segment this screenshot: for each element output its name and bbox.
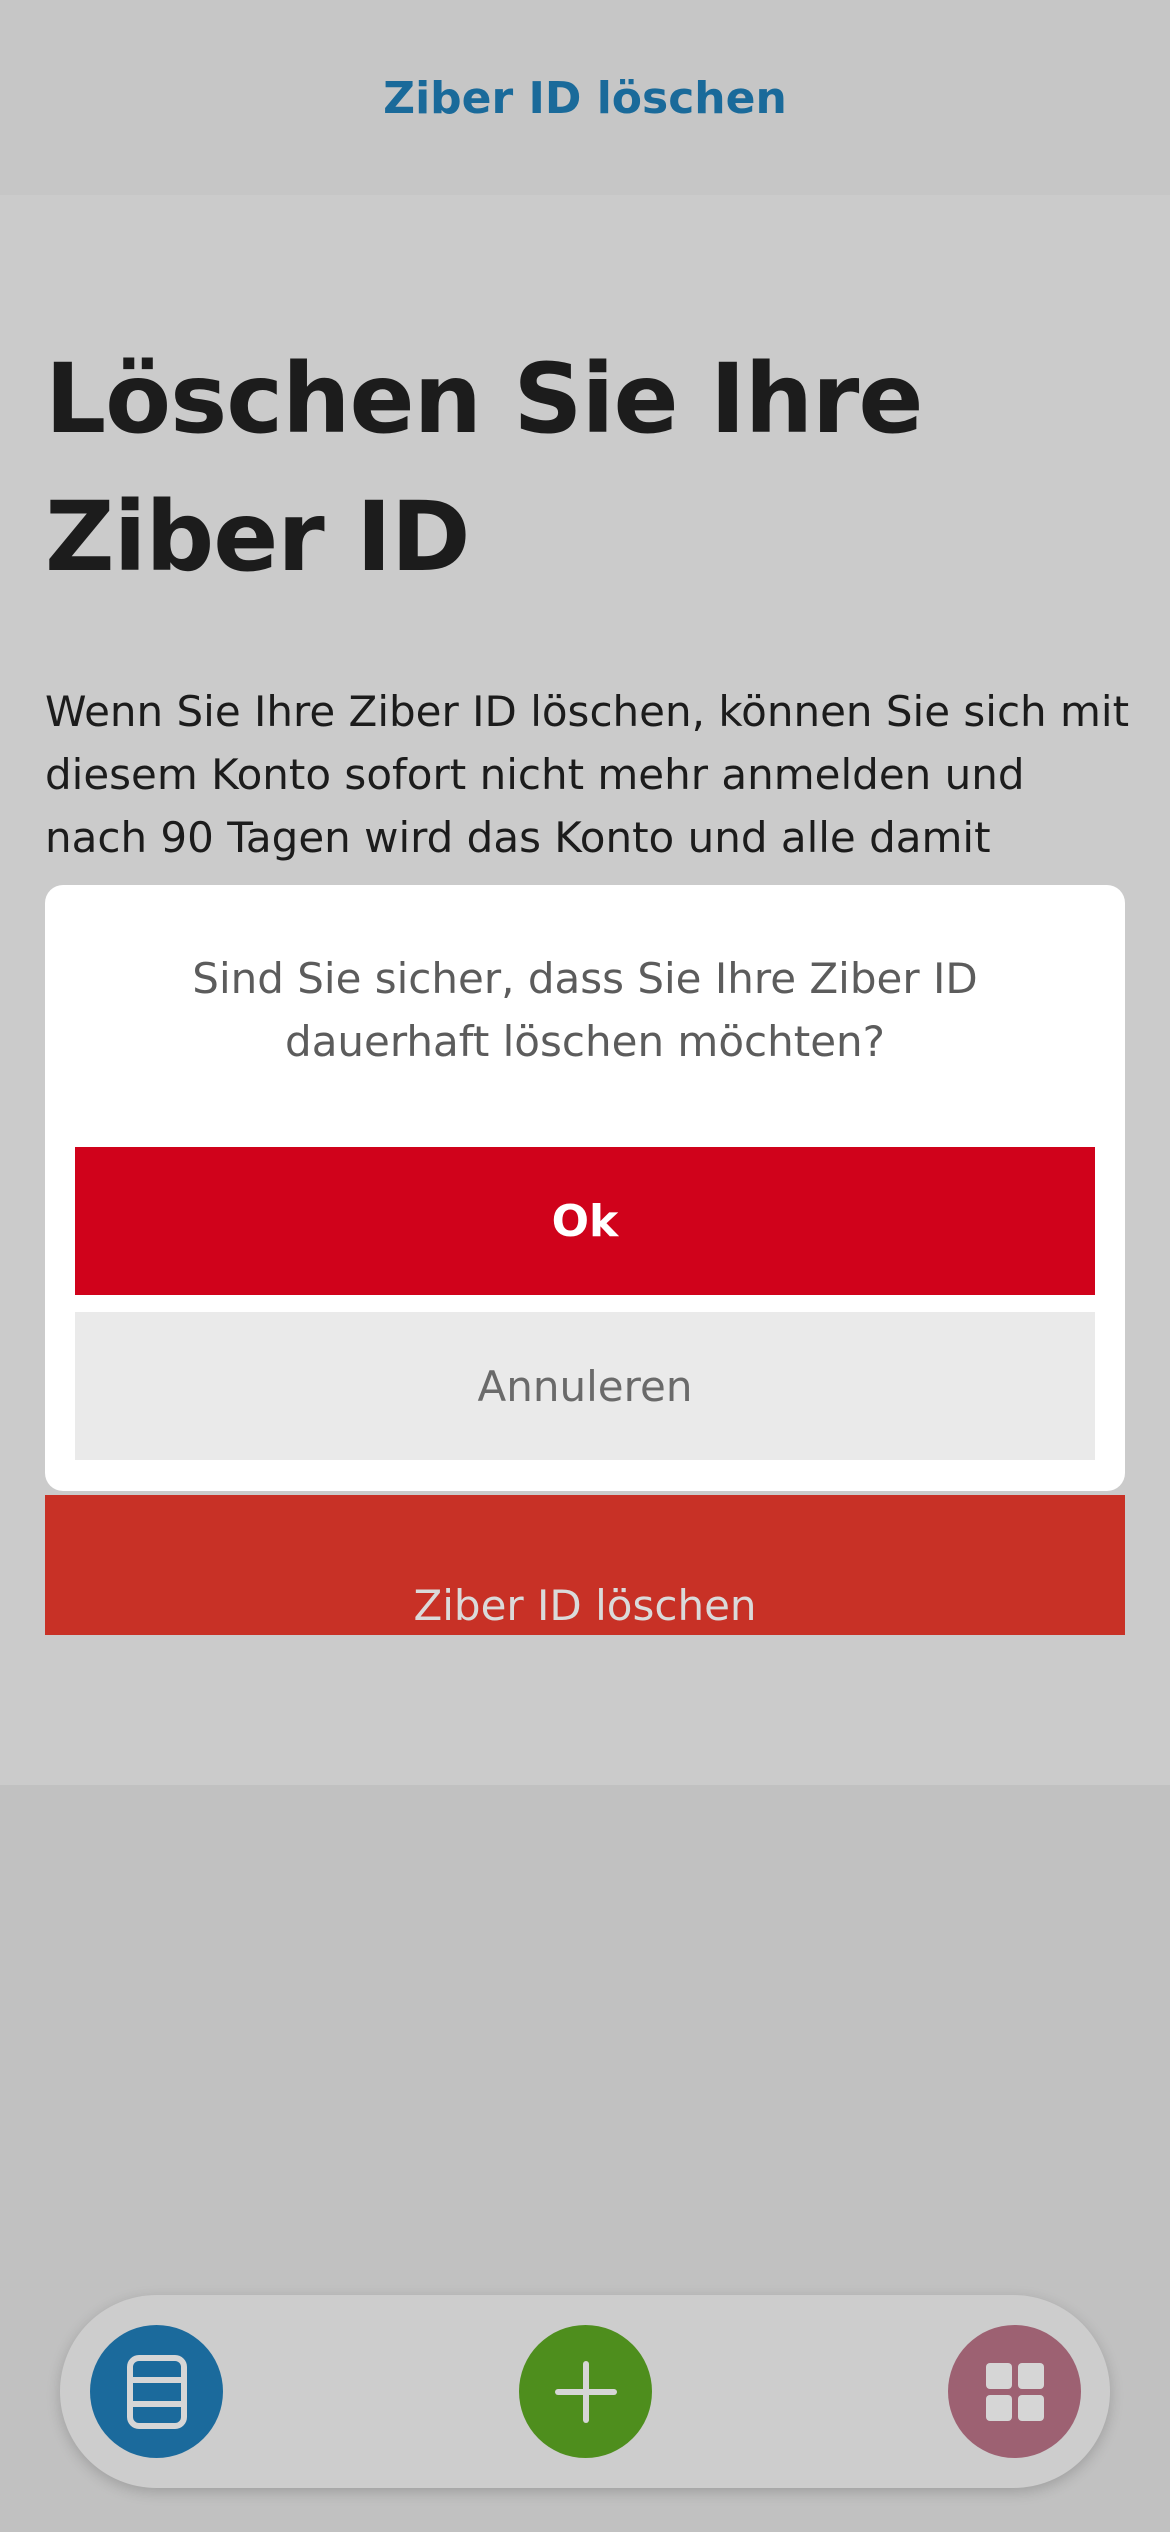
ok-button[interactable]: Ok bbox=[75, 1147, 1095, 1295]
screen: Ziber ID löschen Löschen Sie Ihre Ziber … bbox=[0, 0, 1170, 2532]
main-heading: Löschen Sie Ihre Ziber ID bbox=[45, 343, 923, 593]
nav-list-button[interactable] bbox=[90, 2325, 223, 2458]
confirm-dialog: Sind Sie sicher, dass Sie Ihre Ziber ID … bbox=[45, 885, 1125, 1491]
page-title: Ziber ID löschen bbox=[383, 73, 787, 124]
cancel-button[interactable]: Annuleren bbox=[75, 1312, 1095, 1460]
list-icon bbox=[126, 2354, 187, 2429]
dialog-message: Sind Sie sicher, dass Sie Ihre Ziber ID … bbox=[192, 954, 978, 1066]
plus-icon bbox=[554, 2360, 617, 2423]
nav-grid-button[interactable] bbox=[948, 2325, 1081, 2458]
delete-id-button[interactable]: Ziber ID löschen bbox=[45, 1495, 1125, 1635]
description-text: Wenn Sie Ihre Ziber ID löschen, können S… bbox=[45, 687, 1130, 862]
bottom-nav bbox=[60, 2295, 1110, 2488]
nav-add-button[interactable] bbox=[519, 2325, 652, 2458]
top-bar: Ziber ID löschen bbox=[0, 0, 1170, 195]
grid-icon bbox=[985, 2362, 1044, 2421]
